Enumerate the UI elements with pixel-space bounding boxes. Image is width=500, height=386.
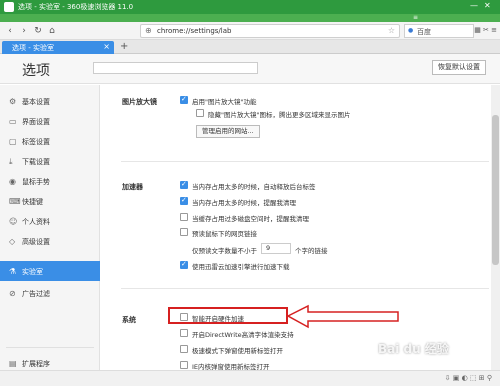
option-hide-zoom-icon: 隐藏"图片放大镜"图标，腾出更多区域来显示图片 bbox=[208, 111, 351, 119]
sidebar-item-profile[interactable]: ☺ 个人资料 bbox=[0, 211, 100, 231]
sidebar-item-label: 实验室 bbox=[22, 268, 43, 276]
sidebar-item-label: 标签设置 bbox=[22, 138, 50, 146]
checkbox-ie-popup[interactable] bbox=[180, 361, 188, 369]
search-box[interactable]: ● 百度 bbox=[404, 24, 474, 38]
sidebar-item-label: 快捷键 bbox=[22, 198, 43, 206]
checkbox-release-tabs[interactable] bbox=[180, 180, 188, 189]
sidebar-item-label: 个人资料 bbox=[22, 218, 50, 226]
status-icons[interactable]: ⇩ ▣ ◐ ⬚ ⊞ ⚲ bbox=[445, 374, 492, 382]
sidebar-item-label: 广告过滤 bbox=[22, 290, 50, 298]
tab-strip: 选项 - 实验室 × + bbox=[0, 40, 500, 54]
sidebar-item-label: 下载设置 bbox=[22, 158, 50, 166]
page-icon: ⊕ bbox=[145, 26, 152, 35]
sidebar-item-download[interactable]: ⤓ 下载设置 bbox=[0, 151, 100, 171]
sidebar-item-basic[interactable]: ⚙ 基本设置 bbox=[0, 91, 100, 111]
checkbox-cache-remind[interactable] bbox=[180, 213, 188, 221]
option-directwrite: 开启DirectWrite高清字体渲染支持 bbox=[192, 331, 294, 339]
section-label-accelerator: 加速器 bbox=[122, 183, 143, 191]
back-icon[interactable]: ‹ bbox=[4, 25, 16, 37]
layout-icon: ▭ bbox=[9, 117, 17, 126]
menu-bar: ≡ bbox=[0, 14, 500, 22]
option-image-zoom: 启用"图片放大镜"功能 bbox=[192, 98, 257, 106]
status-bar: ⇩ ▣ ◐ ⬚ ⊞ ⚲ bbox=[0, 370, 500, 386]
tab-close-icon[interactable]: × bbox=[103, 42, 110, 51]
minimize-icon[interactable]: — bbox=[470, 1, 478, 10]
new-tab-button[interactable]: + bbox=[120, 41, 128, 52]
reset-defaults-button[interactable]: 恢复默认设置 bbox=[432, 60, 486, 75]
sidebar-item-adblock[interactable]: ⊘ 广告过滤 bbox=[0, 283, 100, 303]
checkbox-popup-newtab[interactable] bbox=[180, 345, 188, 353]
annotation-highlight-box bbox=[168, 307, 288, 324]
manage-sites-button[interactable]: 管理启用的网站... bbox=[196, 125, 260, 138]
option-memory-remind: 当内存占用太多的时候，提醒我清理 bbox=[192, 199, 296, 207]
sidebar-item-label: 基本设置 bbox=[22, 98, 50, 106]
option-thunder: 使用迅雷云加速引擎进行加速下载 bbox=[192, 263, 290, 271]
home-icon[interactable]: ⌂ bbox=[46, 25, 58, 37]
scrollbar-thumb[interactable] bbox=[492, 115, 499, 265]
checkbox-memory-remind[interactable] bbox=[180, 196, 188, 205]
sidebar-item-advanced[interactable]: ◇ 高级设置 bbox=[0, 231, 100, 251]
section-label-image-zoom: 图片放大镜 bbox=[122, 98, 157, 106]
option-prefetch: 预读鼠标下的网页链接 bbox=[192, 230, 257, 238]
browser-logo-icon bbox=[4, 2, 14, 12]
checkbox-directwrite[interactable] bbox=[180, 329, 188, 337]
sidebar-item-label: 高级设置 bbox=[22, 238, 50, 246]
prefetch-count-stepper[interactable]: 9 bbox=[261, 243, 291, 254]
sidebar-item-tabs[interactable]: ▢ 标签设置 bbox=[0, 131, 100, 151]
toolbar: ‹ › ↻ ⌂ ⊕ chrome://settings/lab ☆ ● 百度 ▦… bbox=[0, 22, 500, 40]
sidebar-item-gestures[interactable]: ◉ 鼠标手势 bbox=[0, 171, 100, 191]
close-icon[interactable]: ✕ bbox=[484, 1, 491, 10]
sidebar-item-label: 界面设置 bbox=[22, 118, 50, 126]
section-label-system: 系统 bbox=[122, 316, 136, 324]
section-divider bbox=[121, 288, 489, 289]
address-bar[interactable]: ⊕ chrome://settings/lab ☆ bbox=[140, 24, 400, 38]
sidebar-item-label: 鼠标手势 bbox=[22, 178, 50, 186]
sidebar-divider bbox=[6, 347, 94, 348]
url-text: chrome://settings/lab bbox=[157, 27, 232, 35]
reload-icon[interactable]: ↻ bbox=[32, 25, 44, 37]
tab-label: 选项 - 实验室 bbox=[12, 44, 54, 52]
option-cache-remind: 当缓存占用过多磁盘空间时，提醒我清理 bbox=[192, 215, 309, 223]
checkbox-hide-zoom-icon[interactable] bbox=[196, 109, 204, 117]
mouse-icon: ◉ bbox=[9, 177, 16, 186]
sidebar: ⚙ 基本设置 ▭ 界面设置 ▢ 标签设置 ⤓ 下载设置 ◉ 鼠标手势 ⌨ 快捷键 ☺ 个人资料… bbox=[0, 85, 100, 386]
prefetch-prefix: 仅预读文字数量不小于 bbox=[192, 247, 257, 255]
user-icon: ☺ bbox=[9, 217, 18, 226]
page-title: 选项 bbox=[22, 63, 50, 79]
checkbox-image-zoom[interactable] bbox=[180, 95, 188, 104]
star-icon[interactable]: ☆ bbox=[388, 26, 395, 35]
section-divider bbox=[121, 161, 489, 162]
download-icon: ⤓ bbox=[9, 157, 13, 166]
block-icon: ⊘ bbox=[9, 289, 16, 298]
scrollbar[interactable] bbox=[491, 85, 500, 386]
option-release-tabs: 当内存占用太多的时候，自动释放后台标签 bbox=[192, 183, 316, 191]
sidebar-item-interface[interactable]: ▭ 界面设置 bbox=[0, 111, 100, 131]
gear-icon: ⚙ bbox=[9, 97, 17, 106]
prefetch-suffix: 个字的链接 bbox=[295, 247, 328, 255]
settings-header: 选项 恢复默认设置 bbox=[0, 54, 500, 84]
flask-icon: ⚗ bbox=[9, 267, 17, 276]
settings-search-input[interactable] bbox=[93, 62, 258, 74]
forward-icon[interactable]: › bbox=[18, 25, 30, 37]
tab-settings[interactable]: 选项 - 实验室 × bbox=[2, 41, 114, 54]
title-bar: 选项 - 实验室 - 360极速浏览器 11.0 — ✕ bbox=[0, 0, 500, 14]
watermark-logo: Bai du 经验 bbox=[378, 342, 449, 356]
search-engine-label: 百度 bbox=[417, 28, 431, 36]
search-engine-icon: ● bbox=[408, 27, 414, 34]
extension-icons[interactable]: ▦ ✂ ≡ bbox=[474, 26, 497, 34]
checkbox-thunder[interactable] bbox=[180, 260, 188, 269]
puzzle-icon: ▤ bbox=[9, 359, 17, 368]
window-title: 选项 - 实验室 - 360极速浏览器 11.0 bbox=[18, 3, 134, 11]
menu-icon[interactable]: ≡ bbox=[413, 14, 418, 21]
option-popup-newtab: 极速模式下弹窗使用新标签打开 bbox=[192, 347, 283, 355]
annotation-arrow-icon bbox=[286, 304, 399, 329]
sidebar-item-lab[interactable]: ⚗ 实验室 bbox=[0, 261, 100, 281]
keyboard-icon: ⌨ bbox=[9, 197, 21, 206]
sidebar-item-label: 扩展程序 bbox=[22, 360, 50, 368]
checkbox-prefetch[interactable] bbox=[180, 228, 188, 236]
sidebar-item-shortcuts[interactable]: ⌨ 快捷键 bbox=[0, 191, 100, 211]
tab-icon: ▢ bbox=[9, 137, 17, 146]
shield-icon: ◇ bbox=[9, 237, 16, 246]
